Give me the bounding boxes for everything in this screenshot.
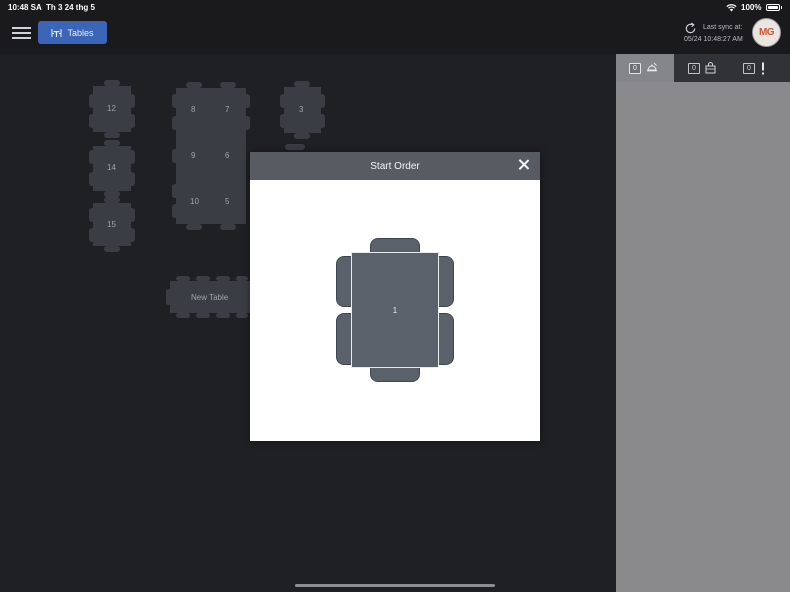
- selectable-table-1[interactable]: 1: [351, 252, 439, 368]
- battery-percent: 100%: [741, 3, 762, 12]
- hamburger-menu-icon[interactable]: [12, 27, 31, 41]
- bell-hand-icon: [647, 62, 657, 72]
- avatar-text: MG: [758, 27, 775, 38]
- tab-count: 0: [743, 62, 755, 74]
- chair: [104, 246, 120, 252]
- chair: [294, 133, 310, 139]
- home-indicator[interactable]: [295, 584, 495, 587]
- takeout-bag-icon: [705, 62, 716, 74]
- exclamation-icon: [762, 62, 764, 74]
- sync-refresh-icon[interactable]: [684, 22, 697, 35]
- floor-table-12[interactable]: 12: [93, 86, 131, 132]
- battery-nub: [780, 6, 782, 9]
- chair: [236, 313, 248, 318]
- table-number-10: 10: [190, 197, 199, 206]
- tab-count: 0: [688, 62, 700, 74]
- close-icon[interactable]: [517, 158, 531, 172]
- tab-count: 0: [629, 62, 641, 74]
- tab-dine-in[interactable]: 0: [616, 54, 674, 82]
- table-number: 12: [107, 104, 116, 113]
- table-number: 15: [107, 220, 116, 229]
- tables-button-label: Tables: [67, 27, 94, 38]
- table-number: 3: [299, 105, 304, 114]
- order-type-tabs: 0 0 0: [616, 54, 790, 82]
- chair: [196, 313, 210, 318]
- table-number-6: 6: [225, 151, 230, 160]
- table-number-9: 9: [191, 151, 196, 160]
- chair: [370, 366, 420, 382]
- dialog-title: Start Order: [370, 160, 420, 172]
- table-chairs-icon: [51, 28, 62, 37]
- chair: [437, 313, 454, 365]
- floor-table-15[interactable]: 15: [93, 203, 131, 246]
- status-date: Th 3 24 thg 5: [46, 3, 95, 12]
- floor-table-3[interactable]: 3: [284, 87, 321, 133]
- chair: [220, 224, 236, 230]
- table-number-7: 7: [225, 105, 230, 114]
- status-time: 10:48 SA: [8, 3, 42, 12]
- table-number: 1: [392, 305, 398, 315]
- floor-table-group-8-5[interactable]: 8 7 9 6 10 5: [176, 88, 246, 224]
- last-sync-time: 05/24 10:48:27 AM: [684, 36, 743, 43]
- dialog-header: Start Order: [250, 152, 540, 180]
- table-number-5: 5: [225, 197, 230, 206]
- table-number: 14: [107, 163, 116, 172]
- chair: [216, 313, 230, 318]
- floor-table-14[interactable]: 14: [93, 146, 131, 191]
- floor-table-new[interactable]: New Table: [170, 281, 250, 313]
- tab-takeout[interactable]: 0: [688, 54, 732, 82]
- table-number-8: 8: [191, 105, 196, 114]
- last-sync-label: Last sync at:: [703, 24, 743, 31]
- app-header: Tables Last sync at: 05/24 10:48:27 AM M…: [0, 16, 790, 54]
- battery-icon: [765, 4, 780, 11]
- wifi-icon: [726, 3, 737, 11]
- chair: [104, 132, 120, 138]
- chair: [285, 144, 305, 150]
- status-bar: 10:48 SA Th 3 24 thg 5 100%: [0, 0, 790, 16]
- app-window: 10:48 SA Th 3 24 thg 5 100% Tables Last …: [0, 0, 790, 592]
- start-order-dialog: Start Order 1: [250, 152, 540, 441]
- status-indicators: 100%: [726, 3, 782, 12]
- chair: [176, 313, 190, 318]
- tables-button[interactable]: Tables: [38, 21, 107, 44]
- tab-alerts[interactable]: 0: [743, 54, 787, 82]
- chair: [186, 224, 202, 230]
- chair: [437, 256, 454, 307]
- order-side-panel: 0 0 0: [616, 54, 790, 592]
- restaurant-logo-avatar[interactable]: MG: [752, 18, 781, 47]
- table-label: New Table: [191, 293, 229, 302]
